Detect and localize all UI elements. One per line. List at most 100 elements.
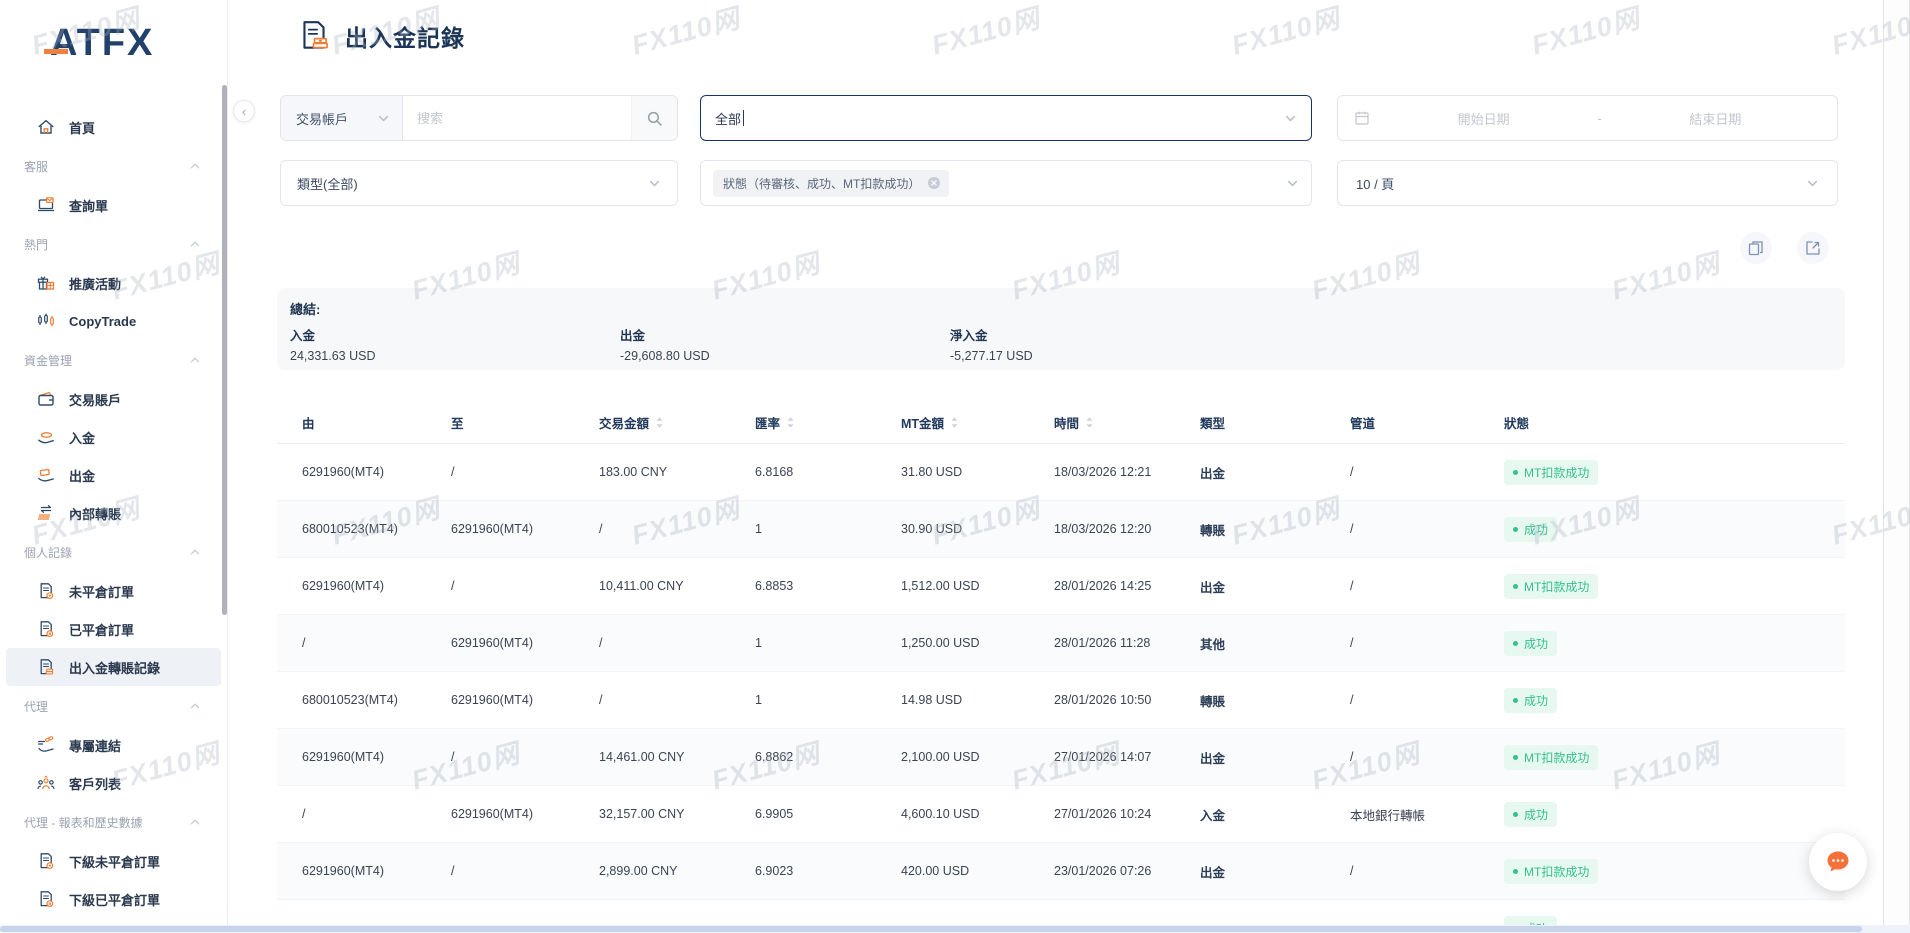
sidebar-nav: 首頁 客服 查詢單 熱門 推廣活動 CopyTrade 資金管理 交易賬戶 入金… bbox=[0, 108, 227, 918]
page-size-select[interactable]: 10 / 頁 bbox=[1337, 160, 1838, 206]
cell-time: 28/01/2026 10:50 bbox=[1054, 693, 1200, 707]
chevron-down-icon bbox=[1284, 112, 1297, 125]
sidebar-item[interactable]: 內部轉賬 bbox=[6, 494, 221, 532]
column-header[interactable]: 時間 bbox=[1054, 413, 1200, 432]
copy-button[interactable] bbox=[1740, 232, 1772, 264]
chevron-up-icon[interactable] bbox=[189, 238, 201, 250]
sidebar-item[interactable]: 查詢單 bbox=[6, 186, 221, 224]
cell-to: 6291960(MT4) bbox=[451, 807, 599, 821]
status-dot-icon bbox=[1513, 812, 1518, 817]
sidebar-item[interactable]: 已平倉訂單 bbox=[6, 610, 221, 648]
table-row[interactable]: 680010523(MT4) 6291960(MT4) / 1 30.90 US… bbox=[277, 501, 1845, 558]
column-header[interactable]: 管道 bbox=[1350, 413, 1504, 432]
sidebar-item[interactable]: 專屬連結 bbox=[6, 726, 221, 764]
table-row[interactable]: 6291960(MT4) / 183.00 CNY 6.8168 31.80 U… bbox=[277, 444, 1845, 501]
chevron-up-icon[interactable] bbox=[189, 816, 201, 828]
column-header[interactable]: 由 bbox=[302, 413, 451, 432]
status-filter-select[interactable]: 狀態（待審核、成功、MT扣款成功） bbox=[700, 160, 1312, 206]
end-date-input[interactable]: 結束日期 bbox=[1610, 109, 1821, 128]
sidebar-item[interactable]: 入金 bbox=[6, 418, 221, 456]
sort-caret-icon[interactable] bbox=[786, 416, 795, 429]
sidebar-section-label: 資金管理 bbox=[24, 352, 72, 369]
chevron-up-icon[interactable] bbox=[189, 160, 201, 172]
table-row[interactable]: / 6291960(MT4) 32,157.00 CNY 6.9905 4,60… bbox=[277, 786, 1845, 843]
table-row[interactable]: 680010523(MT4) 6291960(MT4) / 1 14.98 US… bbox=[277, 672, 1845, 729]
vertical-scrollbar[interactable] bbox=[1883, 0, 1910, 933]
cell-mt-amount: 1,512.00 USD bbox=[901, 579, 1054, 593]
table-row[interactable]: / 6291960(MT4) / 1 1,250.00 USD 28/01/20… bbox=[277, 615, 1845, 672]
sidebar-item[interactable]: 出入金轉賬記錄 bbox=[6, 648, 221, 686]
calendar-icon bbox=[1354, 110, 1370, 126]
cell-time: 28/01/2026 11:28 bbox=[1054, 636, 1200, 650]
chevron-down-icon bbox=[1286, 177, 1299, 190]
home-icon bbox=[36, 117, 56, 137]
collapse-sidebar-button[interactable]: ‹ bbox=[233, 100, 255, 122]
sidebar-item[interactable]: 未平倉訂單 bbox=[6, 572, 221, 610]
sort-caret-icon[interactable] bbox=[950, 416, 959, 429]
search-button[interactable] bbox=[631, 96, 677, 140]
cell-time: 23/01/2026 07:26 bbox=[1054, 864, 1200, 878]
search-icon bbox=[646, 110, 663, 127]
search-input[interactable] bbox=[403, 111, 631, 126]
cell-amount: 32,157.00 CNY bbox=[599, 807, 755, 821]
sidebar-item[interactable]: 下級未平倉訂單 bbox=[6, 842, 221, 880]
table-row[interactable]: 6291960(MT4) / 2,899.00 CNY 6.9023 420.0… bbox=[277, 843, 1845, 900]
chevron-up-icon[interactable] bbox=[189, 546, 201, 558]
sort-caret-icon[interactable] bbox=[655, 416, 664, 429]
column-header[interactable]: 交易金額 bbox=[599, 413, 755, 432]
cell-amount: / bbox=[599, 522, 755, 536]
horizontal-scrollbar-thumb[interactable] bbox=[0, 926, 1862, 932]
cell-type: 出金 bbox=[1200, 577, 1350, 596]
account-filter-select[interactable]: 全部 bbox=[700, 95, 1312, 141]
column-header[interactable]: 至 bbox=[451, 413, 599, 432]
chevron-up-icon[interactable] bbox=[189, 354, 201, 366]
status-badge: 成功 bbox=[1504, 631, 1557, 656]
chevron-down-icon bbox=[377, 112, 390, 125]
cell-from: 6291960(MT4) bbox=[302, 465, 451, 479]
cell-time: 18/03/2026 12:20 bbox=[1054, 522, 1200, 536]
cell-type: 出金 bbox=[1200, 463, 1350, 482]
chevron-up-icon[interactable] bbox=[189, 700, 201, 712]
summary-withdrawal: 出金 -29,608.80 USD bbox=[620, 325, 710, 363]
sidebar-section-header: 代理 bbox=[0, 686, 227, 726]
column-header[interactable]: 狀態 bbox=[1504, 413, 1845, 432]
table-row[interactable]: 6291960(MT4) / 14,461.00 CNY 6.8862 2,10… bbox=[277, 729, 1845, 786]
horizontal-scrollbar[interactable] bbox=[0, 925, 1910, 933]
cell-from: 6291960(MT4) bbox=[302, 579, 451, 593]
close-circle-icon[interactable] bbox=[927, 176, 941, 190]
account-type-select[interactable]: 交易帳戶 bbox=[281, 96, 403, 140]
cell-rate: 6.9905 bbox=[755, 807, 901, 821]
export-button[interactable] bbox=[1797, 232, 1829, 264]
cell-mt-amount: 14.98 USD bbox=[901, 693, 1054, 707]
status-dot-icon bbox=[1513, 527, 1518, 532]
sidebar-item[interactable]: CopyTrade bbox=[6, 302, 221, 340]
cell-to: 6291960(MT4) bbox=[451, 636, 599, 650]
cell-type: 入金 bbox=[1200, 805, 1350, 824]
column-header[interactable]: 匯率 bbox=[755, 413, 901, 432]
start-date-input[interactable]: 開始日期 bbox=[1378, 109, 1589, 128]
cell-type: 出金 bbox=[1200, 748, 1350, 767]
sidebar-item[interactable]: 客戶列表 bbox=[6, 764, 221, 802]
records-table: 由 至 交易金額 匯率 MT金額 時間 類型 管道 bbox=[277, 402, 1845, 933]
column-header[interactable]: MT金額 bbox=[901, 413, 1054, 432]
cell-time: 27/01/2026 14:07 bbox=[1054, 750, 1200, 764]
sidebar-item[interactable]: 下級已平倉訂單 bbox=[6, 880, 221, 918]
export-icon bbox=[1804, 239, 1822, 257]
sidebar-scrollbar[interactable] bbox=[222, 85, 227, 615]
internal-transfer-icon bbox=[36, 503, 56, 523]
sidebar-item[interactable]: 推廣活動 bbox=[6, 264, 221, 302]
sidebar-item[interactable]: 首頁 bbox=[6, 108, 221, 146]
sort-caret-icon[interactable] bbox=[1085, 416, 1094, 429]
inquiry-icon bbox=[36, 195, 56, 215]
sidebar-item[interactable]: 出金 bbox=[6, 456, 221, 494]
sidebar-item[interactable]: 交易賬戶 bbox=[6, 380, 221, 418]
cell-rate: 6.8853 bbox=[755, 579, 901, 593]
column-header[interactable]: 類型 bbox=[1200, 413, 1350, 432]
sidebar-section-header: 代理 - 報表和歷史數據 bbox=[0, 802, 227, 842]
cell-time: 27/01/2026 10:24 bbox=[1054, 807, 1200, 821]
type-filter-select[interactable]: 類型(全部) bbox=[280, 160, 678, 206]
chat-button[interactable] bbox=[1809, 833, 1867, 891]
table-row[interactable]: 6291960(MT4) / 10,411.00 CNY 6.8853 1,51… bbox=[277, 558, 1845, 615]
client-list-icon bbox=[36, 773, 56, 793]
date-range-picker[interactable]: 開始日期 - 結束日期 bbox=[1337, 95, 1838, 141]
